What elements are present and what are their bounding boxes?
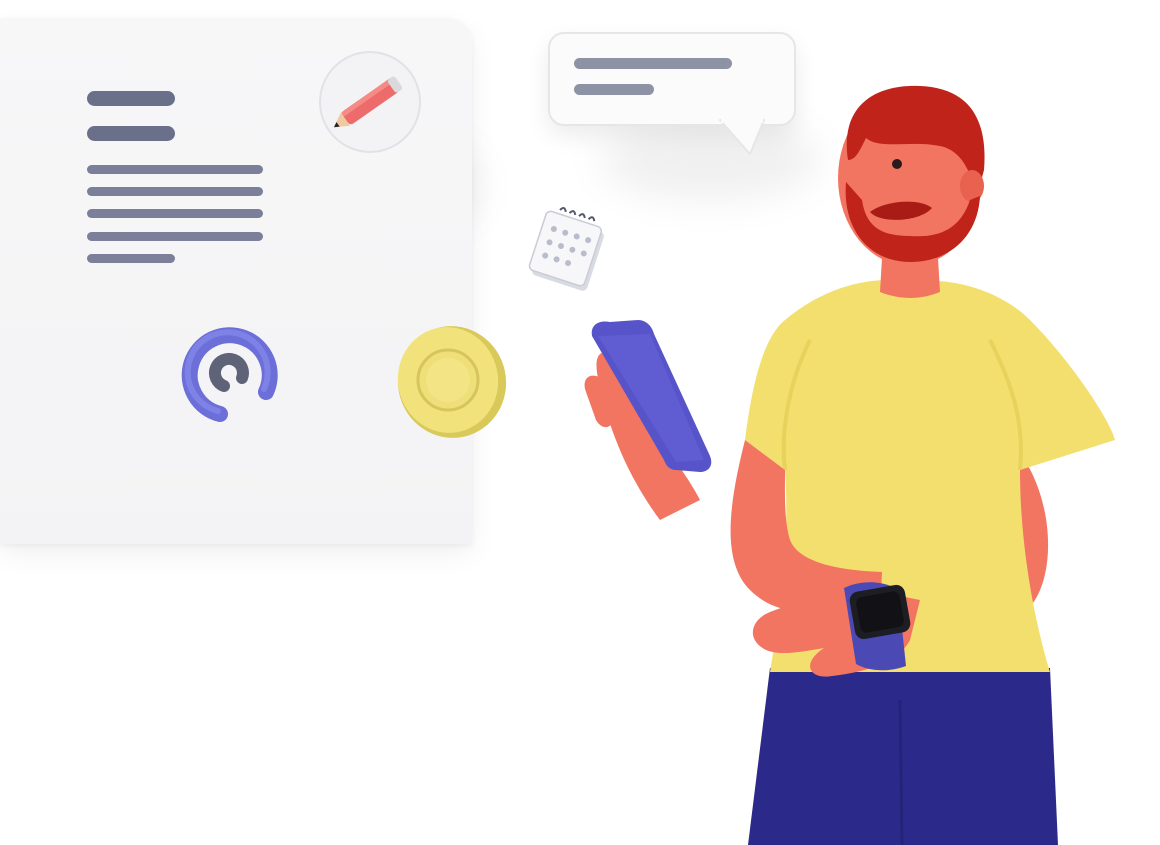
illustration-stage (0, 0, 1160, 845)
document-text-line (87, 187, 263, 196)
document-text-line (87, 165, 263, 174)
document-text-line (87, 209, 263, 218)
document-heading-line (87, 126, 175, 141)
coin-icon (397, 326, 507, 438)
person-illustration (584, 85, 1115, 845)
document-text-line (87, 232, 263, 241)
at-sign-icon (181, 327, 278, 422)
pencil-icon (319, 51, 421, 153)
document-heading-line (87, 91, 175, 106)
document-text-line (87, 254, 175, 263)
